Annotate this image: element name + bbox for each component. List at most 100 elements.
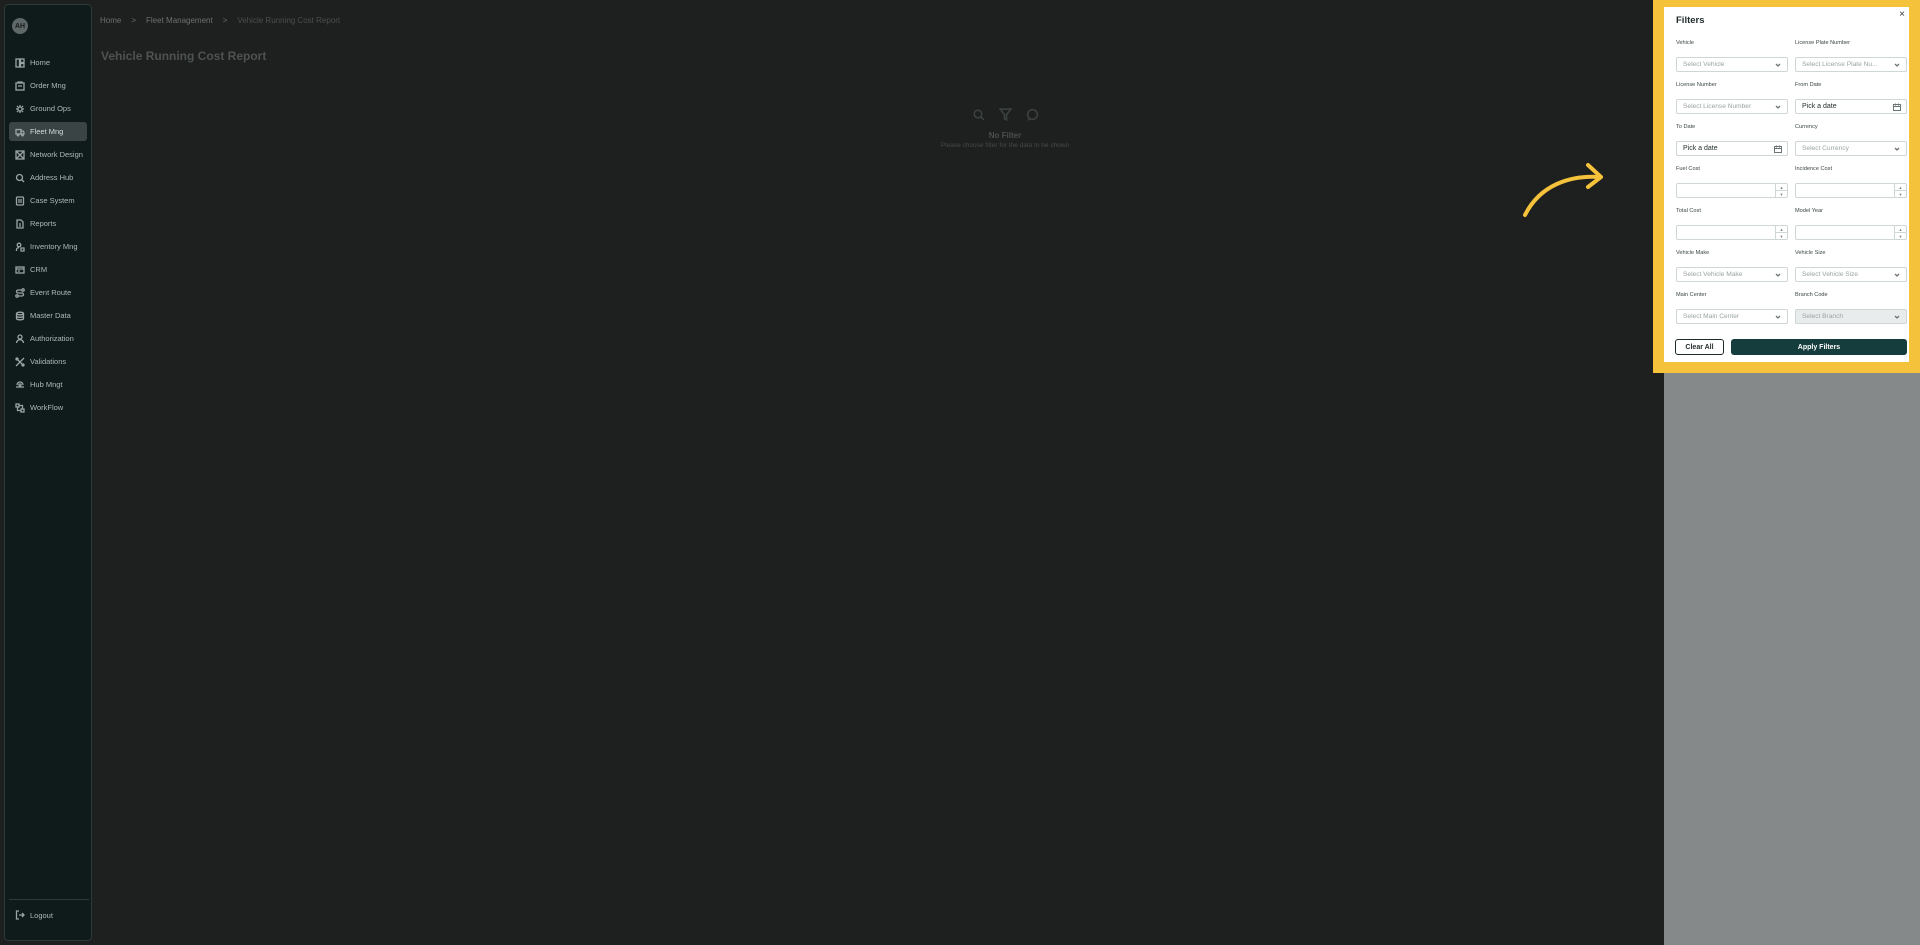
field-label: Vehicle Make — [1676, 250, 1710, 256]
select-placeholder: Select Vehicle — [1683, 61, 1725, 68]
hub-icon — [15, 380, 25, 390]
sidebar-item-label: Fleet Mng — [30, 127, 64, 136]
chevron-down-icon — [1894, 314, 1900, 320]
route-icon — [15, 287, 25, 298]
field-label: To Date — [1676, 124, 1696, 130]
sidebar-item-hub-mngt[interactable]: Hub Mngt — [9, 375, 87, 394]
field-label: Vehicle Size — [1795, 250, 1826, 256]
total-cost-input[interactable]: ▲ ▼ — [1676, 225, 1788, 240]
stepper-up-icon[interactable]: ▲ — [1776, 184, 1787, 191]
sidebar-item-label: Order Mng — [30, 81, 66, 90]
sidebar: AH Home Order Mng Ground Ops Fleet Mng N… — [4, 4, 92, 941]
sidebar-item-label: Master Data — [30, 311, 71, 320]
sidebar-item-address-hub[interactable]: Address Hub — [9, 168, 87, 187]
chevron-down-icon — [1894, 146, 1900, 152]
select-placeholder: Select License Number — [1683, 103, 1752, 110]
incidence-cost-field: Incidence Cost ▲ ▼ — [1795, 166, 1907, 198]
from-date-picker[interactable]: Pick a date — [1795, 99, 1907, 114]
apply-filters-button[interactable]: Apply Filters — [1731, 339, 1907, 355]
empty-state-icons — [900, 108, 1110, 121]
stepper-up-icon[interactable]: ▲ — [1895, 226, 1906, 233]
sidebar-item-label: Case System — [30, 196, 75, 205]
sidebar-item-order-mng[interactable]: Order Mng — [9, 76, 87, 95]
sidebar-item-master-data[interactable]: Master Data — [9, 306, 87, 325]
sidebar-item-case-system[interactable]: Case System — [9, 191, 87, 210]
sidebar-item-inventory-mng[interactable]: Inventory Mng — [9, 237, 87, 256]
inventory-icon — [15, 242, 25, 252]
network-icon — [15, 149, 25, 160]
sidebar-item-fleet-mng[interactable]: Fleet Mng — [9, 122, 87, 141]
number-stepper[interactable]: ▲ ▼ — [1775, 184, 1787, 197]
vehicle-field: Vehicle Select Vehicle — [1676, 40, 1788, 72]
incidence-cost-input[interactable]: ▲ ▼ — [1795, 183, 1907, 198]
select-placeholder: Select Currency — [1802, 145, 1849, 152]
page-title: Vehicle Running Cost Report — [101, 49, 267, 63]
logout-button[interactable]: Logout — [15, 910, 53, 920]
currency-select[interactable]: Select Currency — [1795, 141, 1907, 156]
license-number-select[interactable]: Select License Number — [1676, 99, 1788, 114]
to-date-field: To Date Pick a date — [1676, 124, 1788, 156]
sidebar-item-label: Address Hub — [30, 173, 74, 182]
license-number-field: License Number Select License Number — [1676, 82, 1788, 114]
close-icon[interactable]: × — [1899, 9, 1905, 20]
sidebar-item-validations[interactable]: Validations — [9, 352, 87, 371]
select-placeholder: Select Branch — [1802, 313, 1844, 320]
vehicle-size-select[interactable]: Select Vehicle Size — [1795, 267, 1907, 282]
fuel-cost-input[interactable]: ▲ ▼ — [1676, 183, 1788, 198]
vehicle-make-select[interactable]: Select Vehicle Make — [1676, 267, 1788, 282]
app-logo[interactable]: AH — [12, 18, 28, 34]
sidebar-nav: Home Order Mng Ground Ops Fleet Mng Netw… — [9, 53, 87, 421]
total-cost-field: Total Cost ▲ ▼ — [1676, 208, 1788, 240]
case-icon — [15, 195, 25, 206]
field-label: Model Year — [1795, 208, 1823, 214]
breadcrumb-home[interactable]: Home — [100, 16, 121, 25]
stepper-up-icon[interactable]: ▲ — [1776, 226, 1787, 233]
annotation-arrow-icon — [1523, 163, 1603, 217]
chevron-down-icon — [1775, 272, 1781, 278]
number-stepper[interactable]: ▲ ▼ — [1894, 226, 1906, 239]
filter-panel-highlight: × Filters Vehicle Select Vehicle License… — [1653, 0, 1920, 373]
vehicle-size-field: Vehicle Size Select Vehicle Size — [1795, 250, 1907, 282]
stepper-up-icon[interactable]: ▲ — [1895, 184, 1906, 191]
stepper-down-icon[interactable]: ▼ — [1895, 233, 1906, 239]
database-icon — [15, 311, 25, 321]
vehicle-select[interactable]: Select Vehicle — [1676, 57, 1788, 72]
stepper-down-icon[interactable]: ▼ — [1895, 191, 1906, 197]
currency-field: Currency Select Currency — [1795, 124, 1907, 156]
sidebar-item-reports[interactable]: Reports — [9, 214, 87, 233]
number-stepper[interactable]: ▲ ▼ — [1894, 184, 1906, 197]
clear-all-button[interactable]: Clear All — [1675, 339, 1724, 355]
sidebar-item-home[interactable]: Home — [9, 53, 87, 72]
breadcrumb: Home > Fleet Management > Vehicle Runnin… — [100, 16, 340, 25]
sidebar-item-authorization[interactable]: Authorization — [9, 329, 87, 348]
order-icon — [15, 80, 25, 91]
model-year-input[interactable]: ▲ ▼ — [1795, 225, 1907, 240]
field-label: Total Cost — [1676, 208, 1701, 214]
sidebar-item-label: Event Route — [30, 288, 72, 297]
sidebar-item-network-design[interactable]: Network Design — [9, 145, 87, 164]
sidebar-item-label: Home — [30, 58, 51, 67]
sidebar-item-event-route[interactable]: Event Route — [9, 283, 87, 302]
sidebar-item-ground-ops[interactable]: Ground Ops — [9, 99, 87, 118]
sidebar-divider — [9, 899, 89, 900]
home-icon — [15, 57, 25, 68]
main-center-select[interactable]: Select Main Center — [1676, 309, 1788, 324]
from-date-field: From Date Pick a date — [1795, 82, 1907, 114]
license-plate-select[interactable]: Select License Plate Nu... — [1795, 57, 1907, 72]
chevron-down-icon — [1775, 314, 1781, 320]
sidebar-item-label: Ground Ops — [30, 104, 71, 113]
field-label: License Number — [1676, 82, 1717, 88]
number-stepper[interactable]: ▲ ▼ — [1775, 226, 1787, 239]
filter-panel-title: Filters — [1676, 15, 1705, 26]
sidebar-item-crm[interactable]: CRM — [9, 260, 87, 279]
stepper-down-icon[interactable]: ▼ — [1776, 191, 1787, 197]
chevron-down-icon — [1775, 62, 1781, 68]
sidebar-item-workflow[interactable]: WorkFlow — [9, 398, 87, 417]
breadcrumb-section[interactable]: Fleet Management — [146, 16, 213, 25]
breadcrumb-current: Vehicle Running Cost Report — [237, 16, 341, 25]
stepper-down-icon[interactable]: ▼ — [1776, 233, 1787, 239]
crm-icon — [15, 265, 25, 275]
to-date-picker[interactable]: Pick a date — [1676, 141, 1788, 156]
empty-state: No Filter Please choose filter for the d… — [900, 108, 1110, 149]
license-plate-field: License Plate Number Select License Plat… — [1795, 40, 1907, 72]
